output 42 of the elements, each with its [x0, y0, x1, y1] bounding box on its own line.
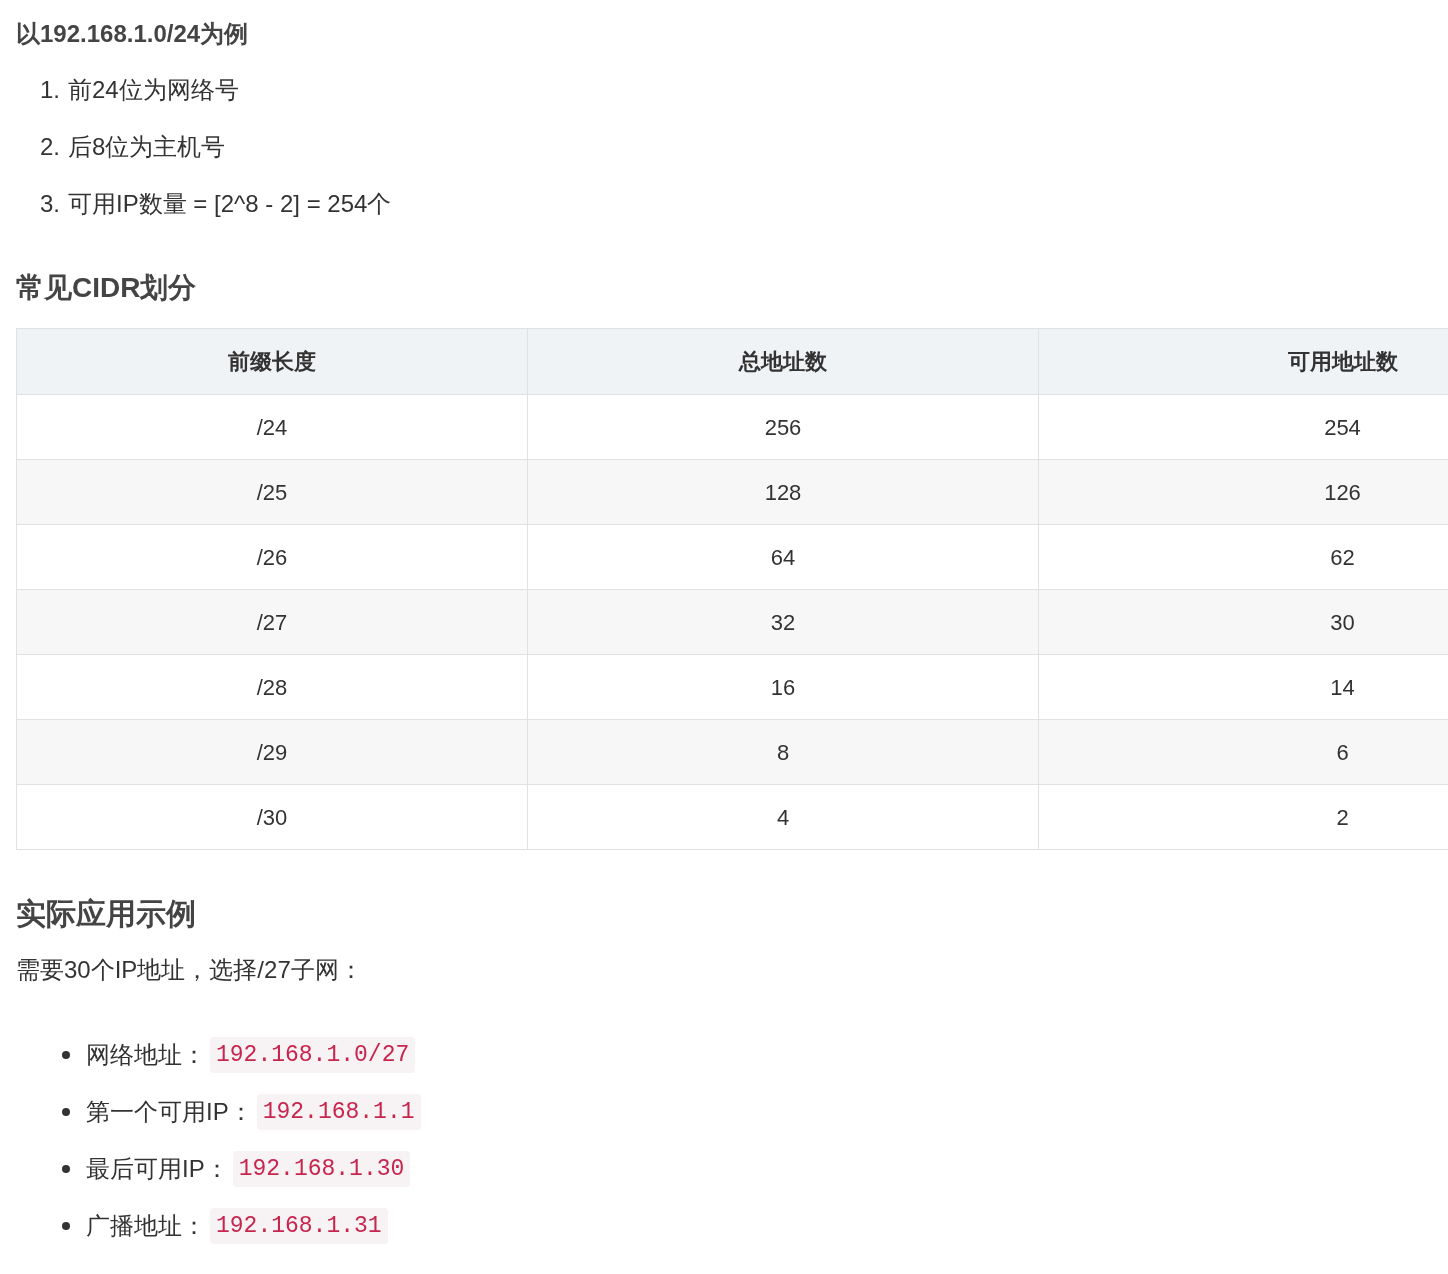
list-number: 2. [40, 132, 60, 162]
table-cell: 126 [1039, 460, 1448, 525]
list-item-text: 网络地址： [86, 1040, 206, 1070]
table-cell: 256 [528, 395, 1039, 460]
list-number: 3. [40, 189, 60, 219]
list-item-text: 最后可用IP： [86, 1154, 229, 1184]
list-item-text: 第一个可用IP： [86, 1097, 253, 1127]
table-cell: /26 [17, 525, 528, 590]
table-cell: /29 [17, 720, 528, 785]
inline-code: 192.168.1.30 [232, 1151, 411, 1187]
table-cell: 32 [528, 590, 1039, 655]
list-item-text: 前24位为网络号 [68, 75, 239, 105]
bullet-icon [62, 1222, 70, 1230]
table-cell: 16 [528, 655, 1039, 720]
inline-code: 192.168.1.31 [210, 1208, 388, 1244]
table-cell: /30 [17, 785, 528, 850]
table-cell: /24 [17, 395, 528, 460]
intro-text: 以192.168.1.0/24为例 [16, 19, 250, 49]
table-cell: 8 [528, 720, 1039, 785]
column-header: 总地址数 [528, 329, 1039, 395]
table-cell: /25 [17, 460, 528, 525]
section-heading: 常见CIDR划分 [16, 271, 198, 305]
table-cell: 30 [1039, 590, 1448, 655]
column-header: 前缀长度 [17, 329, 528, 395]
bullet-icon [62, 1165, 70, 1173]
table-cell: /27 [17, 590, 528, 655]
inline-code: 192.168.1.0/27 [210, 1037, 416, 1073]
list-item-text: 广播地址： [86, 1211, 206, 1241]
list-item-text: 可用IP数量 = [2^8 - 2] = 254个 [68, 189, 392, 219]
section-heading: 实际应用示例 [16, 896, 197, 932]
list-number: 1. [40, 75, 60, 105]
table-cell: 64 [528, 525, 1039, 590]
column-header: 可用地址数 [1039, 329, 1448, 395]
bullet-icon [62, 1108, 70, 1116]
table-cell: 6 [1039, 720, 1448, 785]
inline-code: 192.168.1.1 [256, 1094, 421, 1130]
bullet-icon [62, 1051, 70, 1059]
paragraph: 需要30个IP地址，选择/27子网： [16, 955, 364, 985]
table-cell: 4 [528, 785, 1039, 850]
table-cell: 128 [528, 460, 1039, 525]
table-cell: /28 [17, 655, 528, 720]
list-item-text: 后8位为主机号 [68, 132, 226, 162]
